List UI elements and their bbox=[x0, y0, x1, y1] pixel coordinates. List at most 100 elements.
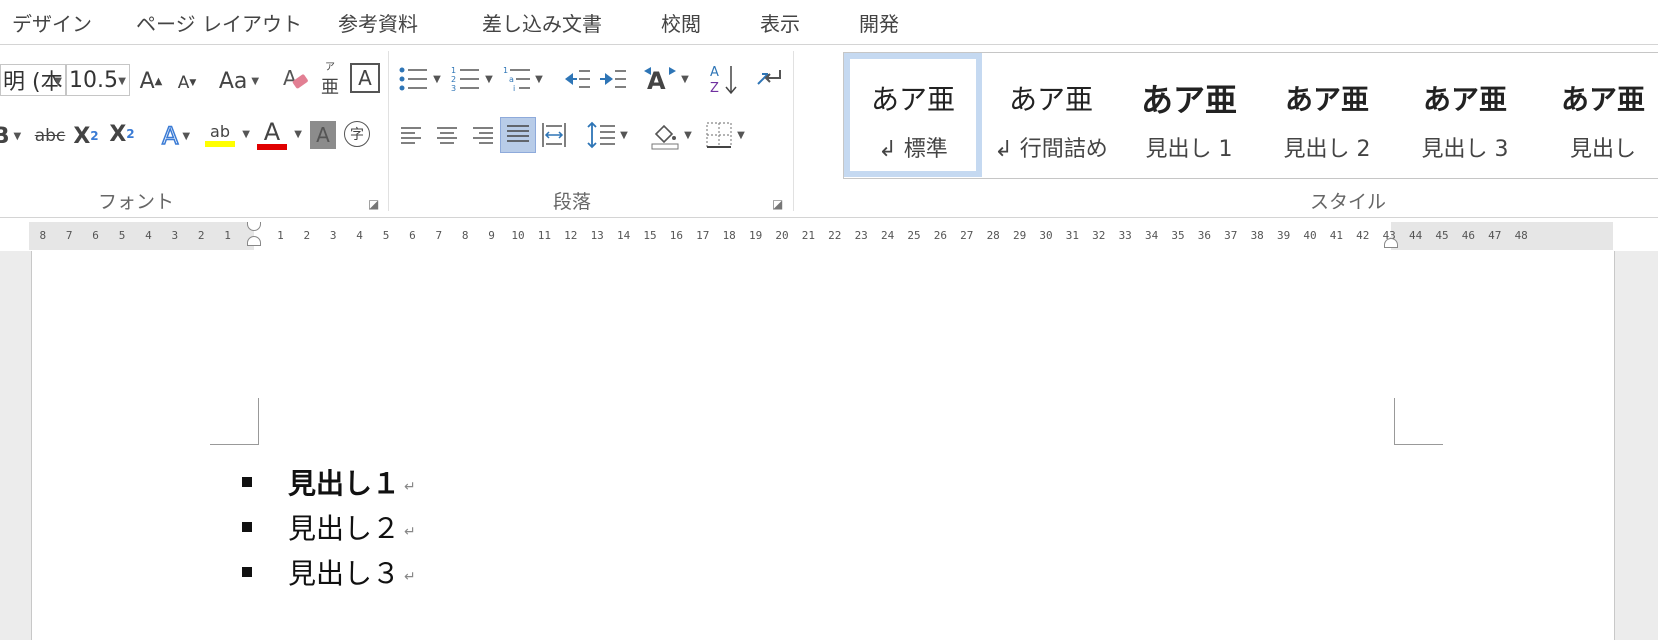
hanging-indent-marker[interactable] bbox=[247, 236, 261, 246]
list-item[interactable]: 見出し１ ↵ bbox=[242, 462, 416, 502]
list-item-text: 見出し１ bbox=[288, 467, 401, 500]
chevron-down-icon: ▼ bbox=[54, 76, 62, 87]
shrink-font-button[interactable]: A ▼ bbox=[174, 67, 200, 99]
tab-design[interactable]: デザイン bbox=[12, 8, 92, 37]
tab-references[interactable]: 参考資料 bbox=[338, 8, 418, 37]
ruler-number: 44 bbox=[1408, 229, 1423, 242]
change-case-button[interactable]: Aa ▼ bbox=[216, 65, 262, 97]
line-spacing-button[interactable]: ▼ bbox=[582, 117, 632, 153]
ruler-number: 24 bbox=[880, 229, 895, 242]
shading-button[interactable]: ▼ bbox=[646, 117, 696, 153]
svg-text:3: 3 bbox=[451, 84, 456, 93]
ruler-number: 6 bbox=[92, 229, 99, 242]
list-item[interactable]: 見出し２ ↵ bbox=[242, 507, 416, 547]
style-sample: あア亜 bbox=[1140, 81, 1237, 119]
clear-formatting-button[interactable]: A bbox=[280, 63, 312, 97]
svg-text:Z: Z bbox=[710, 81, 719, 96]
character-border-button[interactable]: A bbox=[350, 63, 380, 93]
document-page[interactable]: 見出し１ ↵ 見出し２ ↵ 見出し３ ↵ bbox=[31, 251, 1615, 640]
bold-button[interactable]: B ▼ bbox=[0, 119, 28, 153]
subscript-mark: 2 bbox=[90, 129, 99, 143]
ruler-number: 46 bbox=[1461, 229, 1476, 242]
highlight-color-button[interactable]: ab ▼ bbox=[202, 115, 252, 155]
bullet-icon bbox=[242, 567, 252, 577]
character-shading-button[interactable]: A bbox=[310, 121, 336, 149]
right-indent-marker[interactable] bbox=[1384, 238, 1398, 248]
ruler-number: 8 bbox=[461, 229, 469, 242]
ruler-number: 23 bbox=[854, 229, 868, 242]
font-size-combo[interactable]: 10.5 ▼ bbox=[66, 64, 130, 96]
ruler-number: 10 bbox=[511, 229, 525, 242]
superscript-button[interactable]: X2 bbox=[108, 117, 136, 151]
ruler-number: 20 bbox=[775, 229, 789, 242]
bullet-list-icon bbox=[399, 67, 428, 91]
align-left-button[interactable] bbox=[398, 119, 424, 153]
tab-mailings[interactable]: 差し込み文書 bbox=[482, 8, 602, 37]
grow-font-button[interactable]: A ▲ bbox=[138, 65, 164, 97]
borders-button[interactable]: ▼ bbox=[700, 117, 750, 153]
ruler-number: 45 bbox=[1435, 229, 1449, 242]
ruler-number: 47 bbox=[1488, 229, 1502, 242]
ruler-number: 41 bbox=[1329, 229, 1344, 242]
align-center-button[interactable] bbox=[434, 119, 460, 153]
paragraph-mark-icon: ↵ bbox=[404, 479, 416, 495]
font-color-swatch bbox=[257, 144, 287, 150]
text-effects-button[interactable]: A ▼ bbox=[154, 119, 198, 153]
font-color-button[interactable]: A ▼ bbox=[254, 115, 304, 155]
style-sample: あア亜 bbox=[870, 83, 955, 116]
paragraph-mark-icon: ↵ bbox=[404, 524, 416, 540]
ruler-number: 48 bbox=[1514, 229, 1528, 242]
style-no-spacing[interactable]: あア亜 ↲ 行間詰め bbox=[982, 53, 1120, 177]
eraser-icon: A bbox=[283, 66, 308, 90]
style-sample: あア亜 bbox=[1560, 83, 1645, 116]
ruler-number: 7 bbox=[65, 229, 73, 242]
ruler-number: 29 bbox=[1012, 229, 1027, 242]
ruler-number: 34 bbox=[1144, 229, 1159, 242]
tab-developer[interactable]: 開発 bbox=[859, 8, 899, 37]
enclose-characters-button[interactable]: 字 bbox=[344, 121, 370, 147]
chevron-down-icon: ▼ bbox=[251, 75, 260, 87]
style-heading-1[interactable]: あア亜 見出し 1 bbox=[1120, 53, 1258, 177]
style-heading-2[interactable]: あア亜 見出し 2 bbox=[1258, 53, 1396, 177]
show-formatting-marks-button[interactable] bbox=[752, 63, 786, 95]
style-normal[interactable]: あア亜 ↲ 標準 bbox=[844, 53, 982, 177]
ruler-number: 42 bbox=[1356, 229, 1370, 242]
font-dialog-launcher-icon[interactable]: ◪ bbox=[368, 197, 379, 211]
ruler-number: 4 bbox=[356, 229, 363, 242]
ruler-number: 22 bbox=[828, 229, 842, 242]
justify-icon bbox=[507, 125, 529, 142]
ruler-number: 14 bbox=[616, 229, 631, 242]
style-name: ↲ 行間詰め bbox=[994, 137, 1108, 162]
decrease-indent-button[interactable] bbox=[562, 65, 592, 93]
numbering-button[interactable]: 123 ▼ bbox=[448, 63, 496, 95]
multilevel-list-button[interactable]: 1ai ▼ bbox=[500, 63, 546, 95]
style-heading[interactable]: あア亜 見出し bbox=[1534, 53, 1658, 177]
tab-review[interactable]: 校閲 bbox=[661, 8, 701, 37]
ruler-number: 18 bbox=[722, 229, 736, 242]
text-direction-button[interactable]: A ▼ bbox=[640, 63, 692, 95]
ruler-number: 26 bbox=[933, 229, 948, 242]
font-name-combo[interactable]: 明 (本 ▼ bbox=[0, 64, 66, 96]
style-name: 見出し 1 bbox=[1145, 137, 1233, 162]
phonetic-guide-button[interactable]: ア 亜 bbox=[318, 63, 342, 99]
svg-text:1: 1 bbox=[451, 66, 456, 75]
horizontal-ruler[interactable]: 8 7 6 5 4 3 2 1 1 2 3 4 5 6 7 8 9 10 11 12 13 14 15 16 17 18 19 20 2… bbox=[29, 222, 1613, 250]
tab-view[interactable]: 表示 bbox=[760, 8, 800, 37]
multilevel-list-icon: 1ai bbox=[503, 66, 531, 93]
sort-button[interactable]: A Z bbox=[706, 61, 740, 97]
tab-page-layout[interactable]: ページ レイアウト bbox=[136, 8, 302, 37]
ruler-number: 33 bbox=[1118, 229, 1132, 242]
distributed-button[interactable] bbox=[538, 117, 570, 153]
subscript-button[interactable]: X2 bbox=[72, 119, 100, 153]
list-item[interactable]: 見出し３ ↵ bbox=[242, 552, 416, 592]
bullets-button[interactable]: ▼ bbox=[396, 63, 444, 95]
increase-indent-button[interactable] bbox=[598, 65, 628, 93]
align-right-button[interactable] bbox=[470, 119, 496, 153]
style-name: 見出し 3 bbox=[1421, 137, 1509, 162]
paragraph-dialog-launcher-icon[interactable]: ◪ bbox=[772, 197, 783, 211]
style-sample: あア亜 bbox=[1284, 83, 1369, 116]
style-heading-3[interactable]: あア亜 見出し 3 bbox=[1396, 53, 1534, 177]
ruler-number: 3 bbox=[171, 229, 179, 242]
strikethrough-button[interactable]: abc bbox=[32, 119, 68, 153]
justify-button[interactable] bbox=[500, 117, 536, 153]
